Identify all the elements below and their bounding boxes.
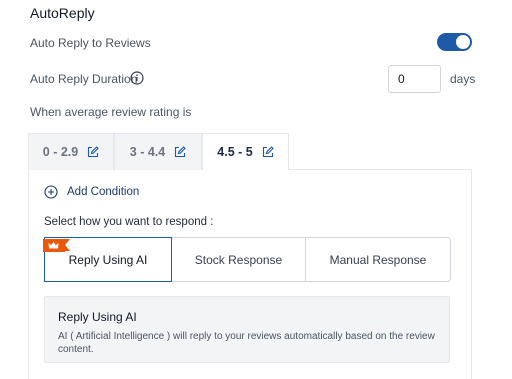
section-title: AutoReply <box>30 5 95 21</box>
auto-reply-label: Auto Reply to Reviews <box>30 36 151 50</box>
tab-rating-3-4-4[interactable]: 3 - 4.4 <box>114 133 202 170</box>
edit-icon[interactable] <box>87 146 99 158</box>
edit-icon[interactable] <box>174 146 186 158</box>
plus-circle-icon <box>44 185 58 199</box>
edit-icon[interactable] <box>262 146 274 158</box>
duration-label: Auto Reply Duration <box>30 72 138 86</box>
description-text: AI ( Artificial Intelligence ) will repl… <box>58 331 435 355</box>
option-label: Manual Response <box>329 252 427 267</box>
duration-input[interactable] <box>388 65 441 93</box>
tab-label: 0 - 2.9 <box>42 145 79 159</box>
option-label: Reply Using AI <box>68 252 148 267</box>
tab-rating-0-2-9[interactable]: 0 - 2.9 <box>28 133 114 170</box>
description-box: Reply Using AI AI ( Artificial Intellige… <box>44 296 450 363</box>
add-condition-button[interactable]: Add Condition <box>44 185 139 199</box>
rating-label: When average review rating is <box>30 105 192 119</box>
option-label: Stock Response <box>194 252 283 267</box>
duration-unit: days <box>450 72 476 86</box>
premium-badge <box>43 239 70 252</box>
crown-icon <box>48 241 59 249</box>
response-prompt: Select how you want to respond : <box>44 216 214 228</box>
manual-response-option[interactable]: Manual Response <box>305 237 451 282</box>
tab-label: 4.5 - 5 <box>217 145 253 159</box>
auto-reply-toggle[interactable] <box>437 33 472 51</box>
add-condition-label: Add Condition <box>67 186 140 198</box>
tab-label: 3 - 4.4 <box>129 145 166 159</box>
toggle-knob <box>456 35 470 49</box>
stock-response-option[interactable]: Stock Response <box>171 237 306 282</box>
tab-rating-4-5-5[interactable]: 4.5 - 5 <box>202 133 289 170</box>
info-icon[interactable] <box>130 71 144 85</box>
description-title: Reply Using AI <box>58 310 137 324</box>
